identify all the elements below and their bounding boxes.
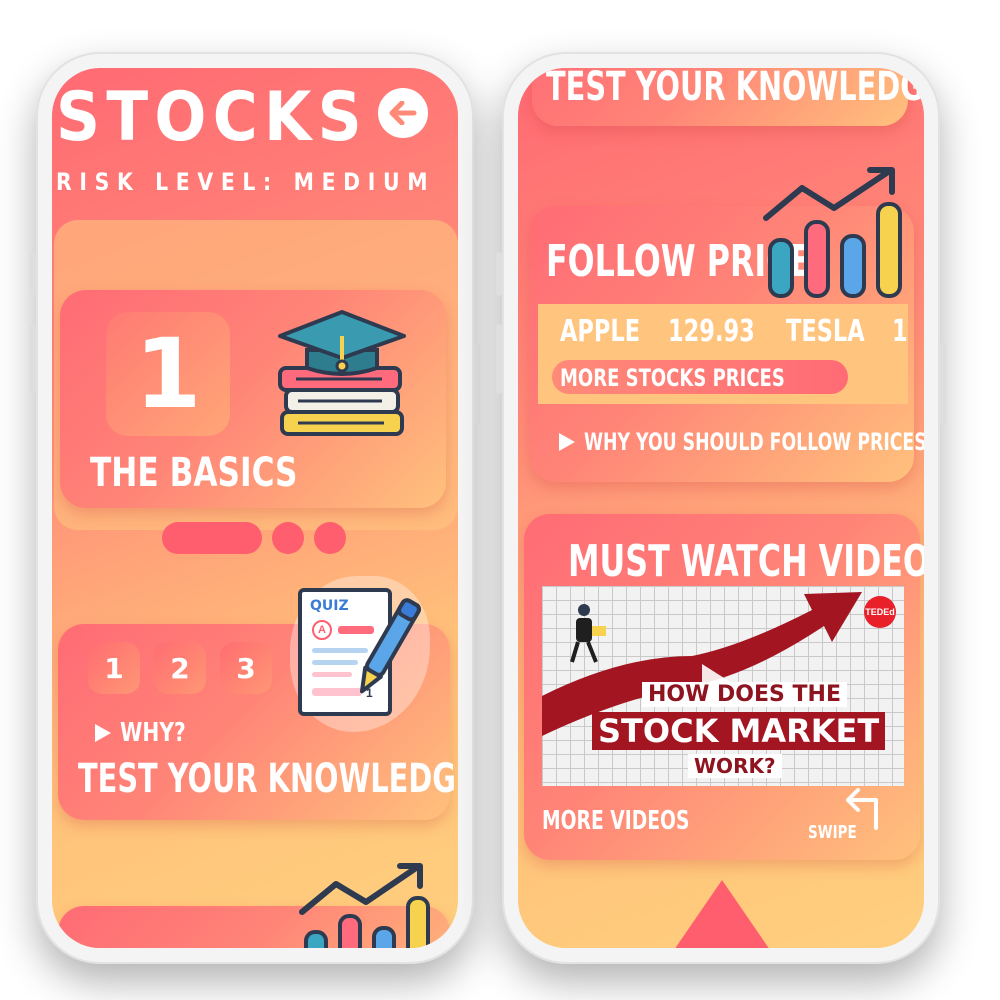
lesson-number-box: 1 [106, 312, 230, 436]
video-caption-line3: WORK? [694, 754, 776, 778]
swipe-arrow-icon [846, 788, 878, 830]
swipe-hint[interactable]: SWIPE [808, 788, 888, 848]
graduation-cap-books-icon [278, 310, 406, 436]
phone-right-volume-button [496, 324, 502, 394]
right-screen: TEST YOUR KNOWLEDGE FOLLOW PRICE APPLE 1… [518, 68, 924, 948]
top-card-title: TEST YOUR KNOWLEDGE [546, 68, 924, 110]
phone-left-volume-button [30, 324, 36, 394]
quiz-title: TEST YOUR KNOWLEDGE [78, 756, 458, 802]
lesson-card[interactable]: 1 THE BASICS [60, 290, 446, 508]
pager-dot-2[interactable] [272, 522, 304, 554]
phone-right: TEST YOUR KNOWLEDGE FOLLOW PRICE APPLE 1… [496, 52, 946, 964]
why-follow-prices-label: WHY YOU SHOULD FOLLOW PRICES? [584, 428, 924, 456]
lesson-number: 1 [134, 318, 202, 430]
videos-card[interactable]: MUST WATCH VIDEOS TEDEd HOW DOES THE STO… [524, 514, 924, 860]
pager-dot-3[interactable] [314, 522, 346, 554]
ticker-symbol-apple: APPLE [560, 314, 641, 349]
top-card[interactable]: TEST YOUR KNOWLEDGE [532, 68, 924, 126]
quiz-answer: A [312, 620, 332, 640]
page-title: STOCKS [56, 78, 369, 157]
quiz-badge: QUIZ [310, 598, 349, 614]
lesson-title: THE BASICS [90, 450, 298, 496]
triangle-up-icon[interactable] [674, 880, 770, 948]
growth-chart-icon [763, 167, 902, 298]
phone-right-power-button [940, 342, 946, 426]
more-stocks-prices-label: MORE STOCKS PRICES [560, 364, 785, 392]
quiz-step-3[interactable]: 3 [220, 642, 272, 694]
phone-right-side-button [496, 252, 502, 296]
play-icon [95, 724, 111, 742]
more-videos-link[interactable]: MORE VIDEOS [542, 806, 689, 836]
play-icon [559, 433, 575, 451]
phone-left-side-button [30, 252, 36, 296]
ticker-price-apple: 129.93 [668, 314, 755, 349]
more-stocks-prices-button[interactable]: MORE STOCKS PRICES [552, 360, 848, 394]
phone-left-power-button [474, 342, 480, 426]
quiz-why-link[interactable]: WHY? [94, 718, 204, 748]
quiz-step-2[interactable]: 2 [154, 642, 206, 694]
growth-chart-icon [299, 863, 430, 948]
quiz-why-label: WHY? [120, 718, 186, 748]
video-caption-line1-box: HOW DOES THE [642, 682, 847, 707]
video-caption-line3-box: WORK? [688, 754, 782, 778]
quiz-line [312, 672, 352, 677]
why-follow-prices-link[interactable]: WHY YOU SHOULD FOLLOW PRICES? [558, 428, 924, 456]
pager-active[interactable] [162, 522, 262, 554]
quiz-step-1[interactable]: 1 [88, 642, 140, 694]
pen-icon [360, 598, 421, 694]
teded-logo: TEDEd [864, 596, 896, 628]
video-caption-line1: HOW DOES THE [648, 682, 841, 707]
videos-title: MUST WATCH VIDEOS [568, 536, 924, 587]
follow-price-card[interactable]: FOLLOW PRICE APPLE 129.93 TESLA 1 MORE S… [530, 167, 924, 482]
video-caption-line2-box: STOCK MARKET [592, 712, 886, 750]
ticker-price-tesla: 1 [892, 314, 908, 349]
video-caption-line2: STOCK MARKET [598, 712, 880, 750]
back-button[interactable] [378, 88, 428, 138]
ticker-symbol-tesla: TESLA [786, 314, 865, 349]
phone-left: STOCKS RISK LEVEL: MEDIUM 1 THE BASICS 1… [30, 52, 480, 964]
arrow-left-icon [389, 101, 417, 125]
price-ticker-panel: APPLE 129.93 TESLA 1 MORE STOCKS PRICES [538, 304, 908, 404]
risk-level: RISK LEVEL: MEDIUM [56, 168, 436, 196]
left-screen: STOCKS RISK LEVEL: MEDIUM 1 THE BASICS 1… [52, 68, 458, 948]
video-thumbnail[interactable]: TEDEd HOW DOES THE STOCK MARKET WORK? [542, 586, 904, 786]
teded-badge: TEDEd [865, 607, 895, 617]
